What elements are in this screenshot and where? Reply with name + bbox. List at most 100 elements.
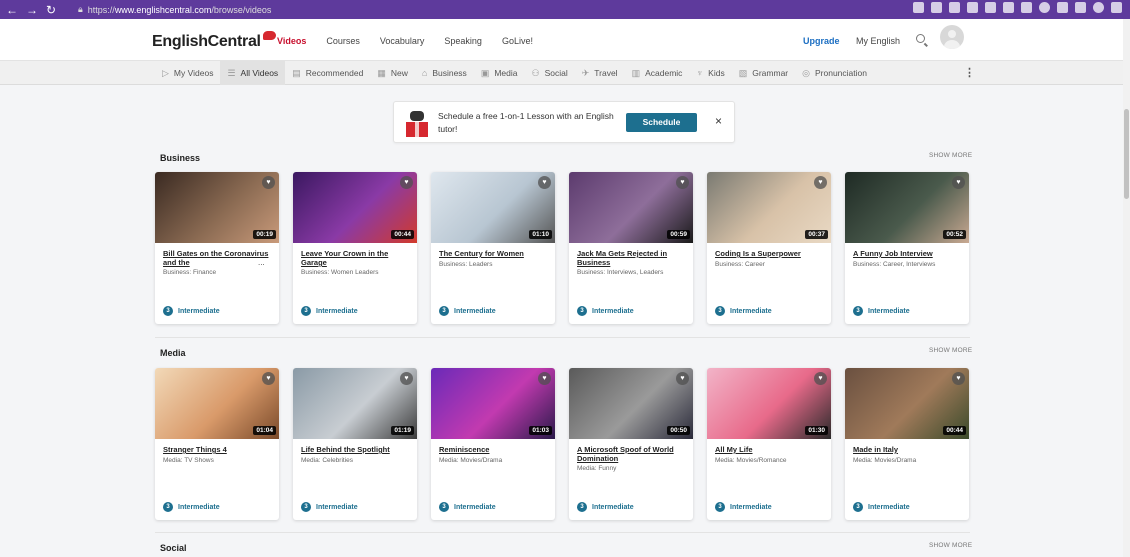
video-title[interactable]: Coding Is a Superpower: [715, 249, 823, 258]
extension-icon[interactable]: [1021, 2, 1032, 13]
extension-icon[interactable]: [1003, 2, 1014, 13]
video-card[interactable]: ♥ 01:03 Reminiscence Media: Movies/Drama 3 In…: [431, 368, 555, 520]
video-thumbnail[interactable]: ♥ 01:30: [707, 368, 831, 439]
reload-icon[interactable]: ↻: [46, 3, 56, 17]
heart-icon[interactable]: ♥: [952, 176, 965, 189]
schedule-button[interactable]: Schedule: [626, 113, 697, 132]
heart-icon[interactable]: ♥: [676, 372, 689, 385]
category-grammar[interactable]: ▧ Grammar: [732, 61, 795, 85]
video-card[interactable]: ♥ 00:44 Leave Your Crown in the Garage Busi…: [293, 172, 417, 324]
category-travel[interactable]: ✈ Travel: [575, 61, 625, 85]
video-thumbnail[interactable]: ♥ 01:04: [155, 368, 279, 439]
nav-videos[interactable]: Videos: [277, 36, 306, 46]
my-english-link[interactable]: My English: [856, 36, 900, 46]
scrollbar-thumb[interactable]: [1124, 109, 1129, 199]
video-thumbnail[interactable]: ♥ 00:37: [707, 172, 831, 243]
extension-icon[interactable]: [985, 2, 996, 13]
sidebar-icon[interactable]: [1075, 2, 1086, 13]
avatar[interactable]: [940, 25, 964, 49]
profile-icon[interactable]: [1093, 2, 1104, 13]
video-title[interactable]: Leave Your Crown in the Garage: [301, 249, 409, 267]
close-icon[interactable]: ×: [715, 114, 722, 128]
extension-icon[interactable]: [1039, 2, 1050, 13]
back-arrow-icon[interactable]: ←: [6, 3, 18, 17]
video-card[interactable]: ♥ 01:10 The Century for Women Business: Lea…: [431, 172, 555, 324]
video-title[interactable]: A Microsoft Spoof of World Domination: [577, 445, 685, 463]
duration-badge: 00:44: [391, 230, 414, 239]
video-thumbnail[interactable]: ♥ 01:19: [293, 368, 417, 439]
browser-toolbar: ← → ↻ 🔒︎ https://www.englishcentral.com/…: [0, 0, 1130, 19]
video-thumbnail[interactable]: ♥ 00:44: [293, 172, 417, 243]
more-vertical-icon[interactable]: ⋮: [964, 66, 975, 79]
show-more-business[interactable]: SHOW MORE: [929, 152, 972, 159]
video-card[interactable]: ♥ 00:44 Made in Italy Media: Movies/Drama 3 I…: [845, 368, 969, 520]
heart-icon[interactable]: ♥: [400, 372, 413, 385]
video-thumbnail[interactable]: ♥ 00:59: [569, 172, 693, 243]
category-social[interactable]: ⚇ Social: [524, 61, 574, 85]
forward-arrow-icon[interactable]: →: [26, 3, 38, 17]
video-title[interactable]: Made in Italy: [853, 445, 961, 454]
bookmark-icon[interactable]: [949, 2, 960, 13]
heart-icon[interactable]: ♥: [538, 176, 551, 189]
video-card[interactable]: ♥ 01:19 Life Behind the Spotlight Media: Ce…: [293, 368, 417, 520]
heart-icon[interactable]: ♥: [814, 176, 827, 189]
category-recommended[interactable]: ▤ Recommended: [285, 61, 370, 85]
menu-dots-icon[interactable]: [1111, 2, 1122, 13]
video-thumbnail[interactable]: ♥ 01:10: [431, 172, 555, 243]
video-card[interactable]: ♥ 00:37 Coding Is a Superpower Business: Ca…: [707, 172, 831, 324]
heart-icon[interactable]: ♥: [814, 372, 827, 385]
video-card[interactable]: ♥ 00:50 A Microsoft Spoof of World Dominat…: [569, 368, 693, 520]
category-new[interactable]: ▦ New: [370, 61, 415, 85]
show-more-social[interactable]: SHOW MORE: [929, 542, 972, 549]
video-card[interactable]: ♥ 00:59 Jack Ma Gets Rejected in Business B…: [569, 172, 693, 324]
heart-icon[interactable]: ♥: [262, 176, 275, 189]
category-business[interactable]: ⌂ Business: [415, 61, 474, 85]
scrollbar[interactable]: [1123, 19, 1130, 557]
puzzle-icon[interactable]: [1057, 2, 1068, 13]
nav-speaking[interactable]: Speaking: [444, 36, 482, 46]
lock-icon: 🔒︎: [78, 4, 83, 14]
video-title[interactable]: The Century for Women: [439, 249, 547, 258]
video-thumbnail[interactable]: ♥ 00:50: [569, 368, 693, 439]
video-card[interactable]: ♥ 00:19 Bill Gates on the Coronavirus and …: [155, 172, 279, 324]
video-card[interactable]: ♥ 00:52 A Funny Job Interview Business: Car…: [845, 172, 969, 324]
video-title[interactable]: Stranger Things 4: [163, 445, 271, 454]
video-title[interactable]: Jack Ma Gets Rejected in Business: [577, 249, 685, 267]
video-title[interactable]: All My Life: [715, 445, 823, 454]
video-title[interactable]: A Funny Job Interview: [853, 249, 961, 258]
video-title[interactable]: Bill Gates on the Coronavirus and the: [163, 249, 271, 267]
logo[interactable]: EnglishCentral: [152, 31, 276, 51]
heart-icon[interactable]: ♥: [538, 372, 551, 385]
video-card[interactable]: ♥ 01:30 All My Life Media: Movies/Romance 3 I…: [707, 368, 831, 520]
heart-icon[interactable]: ♥: [262, 372, 275, 385]
nav-vocabulary[interactable]: Vocabulary: [380, 36, 425, 46]
category-icon: ⚇: [531, 67, 540, 78]
level-number-icon: 3: [439, 502, 449, 512]
video-title[interactable]: Reminiscence: [439, 445, 547, 454]
nav-courses[interactable]: Courses: [326, 36, 360, 46]
share-icon[interactable]: [931, 2, 942, 13]
star-icon[interactable]: [967, 2, 978, 13]
category-pronunciation[interactable]: ◎ Pronunciation: [795, 61, 874, 85]
category-my-videos[interactable]: ▷ My Videos: [155, 61, 220, 85]
search-icon[interactable]: [916, 34, 925, 43]
video-thumbnail[interactable]: ♥ 00:44: [845, 368, 969, 439]
category-academic[interactable]: ▥ Academic: [625, 61, 690, 85]
category-kids[interactable]: ♆ Kids: [689, 61, 731, 85]
nav-golive[interactable]: GoLive!: [502, 36, 533, 46]
video-card[interactable]: ♥ 01:04 Stranger Things 4 Media: TV Shows 3 I…: [155, 368, 279, 520]
video-thumbnail[interactable]: ♥ 00:19: [155, 172, 279, 243]
category-media[interactable]: ▣ Media: [474, 61, 525, 85]
heart-icon[interactable]: ♥: [676, 176, 689, 189]
heart-icon[interactable]: ♥: [952, 372, 965, 385]
video-thumbnail[interactable]: ♥ 01:03: [431, 368, 555, 439]
video-title[interactable]: Life Behind the Spotlight: [301, 445, 409, 454]
heart-icon[interactable]: ♥: [400, 176, 413, 189]
address-bar[interactable]: 🔒︎ https://www.englishcentral.com/browse…: [78, 4, 271, 15]
video-thumbnail[interactable]: ♥ 00:52: [845, 172, 969, 243]
upgrade-link[interactable]: Upgrade: [803, 36, 840, 46]
site-header: EnglishCentral Videos Courses Vocabulary…: [0, 19, 1130, 61]
category-all-videos[interactable]: ☰ All Videos: [220, 61, 286, 85]
key-icon[interactable]: [913, 2, 924, 13]
show-more-media[interactable]: SHOW MORE: [929, 347, 972, 354]
